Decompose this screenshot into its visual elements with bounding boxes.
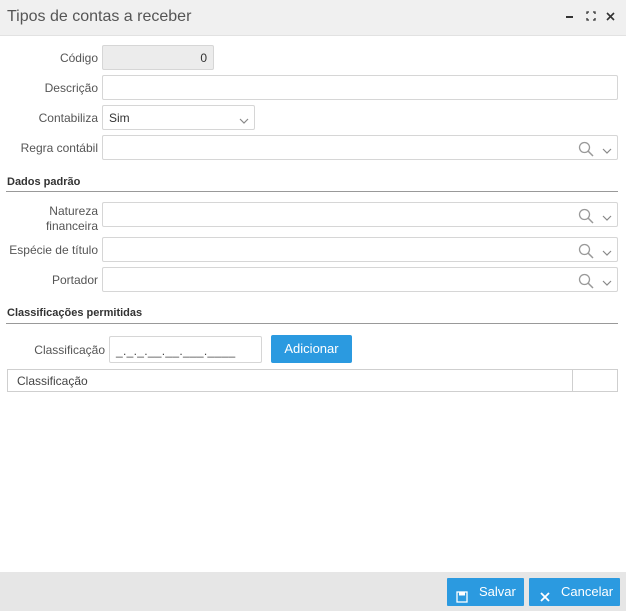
classificacao-input[interactable]: _._._.__.__.___.____ (109, 336, 262, 363)
section-divider (6, 191, 618, 192)
cancel-label: Cancelar (561, 584, 614, 599)
portador-label: Portador (51, 273, 98, 287)
contabiliza-value: Sim (109, 111, 130, 125)
search-icon[interactable] (578, 273, 594, 289)
save-button[interactable]: Salvar (447, 578, 524, 606)
search-icon[interactable] (578, 243, 594, 259)
chevron-down-icon[interactable] (602, 144, 612, 154)
regra-lookup[interactable] (102, 135, 618, 160)
especie-label: Espécie de título (9, 243, 98, 257)
grid-column-divider (572, 370, 573, 391)
natureza-label-line2: financeira (45, 219, 98, 233)
natureza-lookup[interactable] (102, 202, 618, 227)
save-label: Salvar (479, 584, 516, 599)
search-icon[interactable] (578, 208, 594, 224)
cancel-icon (539, 585, 551, 602)
chevron-down-icon[interactable] (602, 276, 612, 286)
descricao-label: Descrição (44, 81, 98, 95)
classificacao-label: Classificação (34, 343, 105, 357)
save-icon (456, 585, 468, 603)
window-titlebar: Tipos de contas a receber (0, 0, 626, 36)
section-dados-padrao: Dados padrão (7, 176, 81, 188)
contabiliza-select[interactable]: Sim (102, 105, 255, 130)
maximize-icon[interactable] (584, 9, 598, 25)
chevron-down-icon[interactable] (602, 211, 612, 221)
chevron-down-icon[interactable] (602, 246, 612, 256)
minimize-icon[interactable] (563, 9, 577, 25)
section-divider (6, 323, 618, 324)
regra-label: Regra contábil (20, 141, 98, 155)
window-title: Tipos de contas a receber (7, 8, 192, 25)
descricao-field[interactable] (102, 75, 618, 100)
search-icon[interactable] (578, 141, 594, 157)
codigo-label: Código (59, 51, 98, 65)
add-button[interactable]: Adicionar (271, 335, 352, 363)
contabiliza-label: Contabiliza (38, 111, 98, 125)
portador-lookup[interactable] (102, 267, 618, 292)
grid-header-classificacao[interactable]: Classificação (17, 374, 88, 388)
natureza-label-line1: Natureza (49, 204, 98, 218)
section-classificacoes: Classificações permitidas (7, 307, 143, 319)
cancel-button[interactable]: Cancelar (529, 578, 620, 606)
dialog-footer: Salvar Cancelar (0, 572, 626, 611)
close-icon[interactable] (604, 9, 618, 25)
chevron-down-icon (239, 114, 249, 124)
codigo-field: 0 (102, 45, 214, 70)
especie-lookup[interactable] (102, 237, 618, 262)
classificacoes-grid: Classificação (7, 369, 618, 392)
